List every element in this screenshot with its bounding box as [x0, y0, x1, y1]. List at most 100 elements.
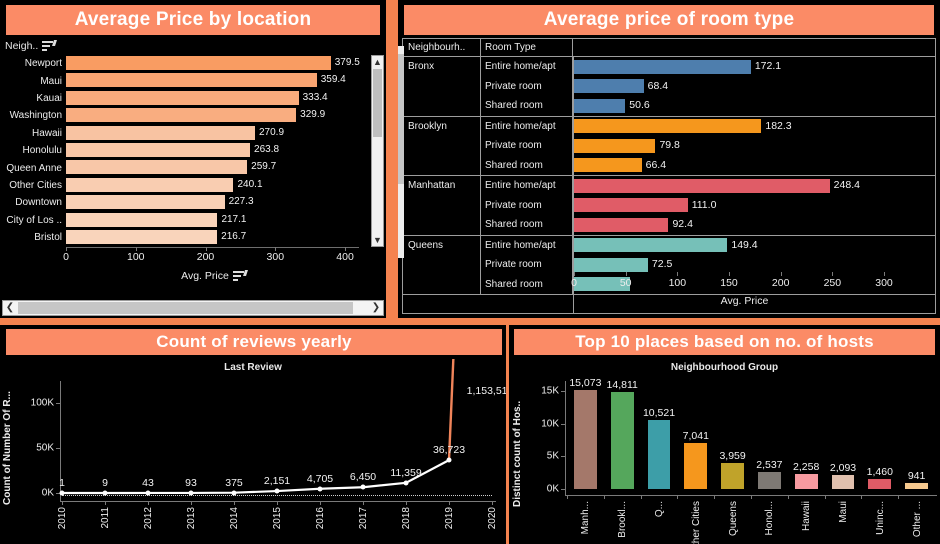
table-row[interactable]: Washington 329.9	[2, 107, 359, 124]
table-row[interactable]: Shared room 92.4	[403, 215, 935, 235]
bar-segment[interactable]	[66, 125, 255, 140]
table-row[interactable]: Private room 111.0	[403, 195, 935, 215]
table-row[interactable]: Manhattan Entire home/apt 248.4	[403, 176, 935, 196]
bar-segment[interactable]	[794, 474, 818, 489]
table-row[interactable]: Bronx Entire home/apt 172.1	[403, 57, 935, 77]
bar-category-label: Downtown	[15, 197, 62, 209]
axis-tick-label: 250	[823, 277, 842, 289]
bar-track: 216.7	[66, 229, 359, 246]
bar-segment[interactable]	[610, 392, 634, 489]
panel4-body: Neighbourhood Group Distinct count of Ho…	[509, 359, 940, 544]
data-point[interactable]	[102, 490, 108, 496]
table-row[interactable]: Hawaii 270.9	[2, 125, 359, 142]
bar-segment[interactable]	[66, 108, 297, 123]
bar-segment[interactable]	[573, 59, 751, 74]
bar-segment[interactable]	[905, 482, 928, 489]
table-row[interactable]: Bristol 216.7	[2, 229, 359, 246]
axis-tick-label: Brookl...	[617, 501, 629, 538]
data-point[interactable]	[446, 457, 452, 463]
neighbourhood-cell: Bronx	[403, 57, 481, 77]
scrollbar-thumb[interactable]	[18, 302, 353, 314]
bar-segment[interactable]	[573, 98, 626, 113]
chevron-left-icon[interactable]: ❮	[3, 301, 17, 315]
bar-segment[interactable]	[66, 160, 248, 175]
table-row[interactable]: Other Cities 240.1	[2, 177, 359, 194]
data-point[interactable]	[317, 486, 323, 492]
panel1-column-header[interactable]: Neigh..	[5, 40, 58, 52]
bar-segment[interactable]	[868, 479, 892, 489]
bar-segment[interactable]	[573, 158, 642, 172]
bar-segment[interactable]	[757, 472, 781, 489]
axis-tick-label: Queens	[727, 501, 739, 537]
panel-count-reviews-yearly: Count of reviews yearly Last Review Coun…	[0, 325, 506, 544]
bar-segment[interactable]	[831, 475, 855, 489]
table-row[interactable]: Shared room 50.6	[403, 96, 935, 116]
table-row[interactable]: Brooklyn Entire home/apt 182.3	[403, 116, 935, 136]
chevron-up-icon[interactable]: ▲	[372, 56, 383, 68]
bar-segment[interactable]	[66, 56, 331, 70]
panel1-column-header-label: Neigh..	[5, 40, 39, 52]
panel-top10-places-hosts: Top 10 places based on no. of hosts Neig…	[509, 325, 940, 544]
bar-segment[interactable]	[66, 177, 234, 192]
panel1-horizontal-scrollbar[interactable]: ❮ ❯	[2, 300, 384, 316]
panel3-plot-area: 0K 50K 100K 1 2010 9 2011 43 2012 93 2013 375 2014 2,…	[0, 359, 506, 544]
bar-segment[interactable]	[66, 73, 317, 88]
table-row[interactable]: Queen Anne 259.7	[2, 159, 359, 176]
table-row[interactable]: Honolulu 263.8	[2, 142, 359, 159]
data-point[interactable]	[403, 480, 409, 486]
axis-tick-label: 2010	[57, 507, 68, 530]
bar-segment[interactable]	[573, 217, 669, 232]
data-point[interactable]	[59, 490, 65, 496]
table-row[interactable]: Kauai 333.4	[2, 90, 359, 107]
bar-segment[interactable]	[573, 79, 644, 93]
table-row[interactable]: Queens Entire home/apt 149.4	[403, 235, 935, 255]
bar-segment[interactable]	[573, 390, 597, 489]
bar-segment[interactable]	[66, 142, 251, 157]
bar-segment[interactable]	[573, 198, 688, 212]
table-row[interactable]: City of Los .. 217.1	[2, 212, 359, 229]
bar-segment[interactable]	[684, 442, 708, 489]
sort-icon[interactable]	[42, 40, 58, 51]
bar-segment[interactable]	[573, 178, 830, 193]
bar-segment[interactable]	[573, 257, 648, 272]
panel2-vertical-scrollbar[interactable]	[398, 46, 404, 258]
bar-segment[interactable]	[66, 195, 225, 210]
table-row[interactable]: Downtown 227.3	[2, 194, 359, 211]
bar-track: 50.6	[573, 96, 935, 116]
axis-tick	[105, 501, 106, 505]
chevron-right-icon[interactable]: ❯	[369, 301, 383, 315]
scrollbar-thumb[interactable]	[398, 54, 404, 184]
table-row[interactable]: Private room 68.4	[403, 76, 935, 96]
panel1-x-axis-title-label: Avg. Price	[181, 270, 229, 282]
bar-track: 333.4	[66, 90, 359, 107]
data-point[interactable]	[231, 490, 237, 496]
table-row[interactable]: Private room 72.5	[403, 255, 935, 275]
bar-segment[interactable]	[573, 138, 656, 153]
data-point[interactable]	[274, 488, 280, 494]
axis-tick	[320, 501, 321, 505]
axis-tick	[561, 489, 566, 490]
room-type-cell: Private room	[481, 255, 573, 275]
table-row[interactable]: Maui 359.4	[2, 72, 359, 89]
panel1-vertical-scrollbar[interactable]: ▲ ▼	[371, 55, 384, 247]
data-point[interactable]	[360, 484, 366, 490]
chevron-down-icon[interactable]: ▼	[372, 234, 383, 246]
table-row[interactable]: Newport 379.5	[2, 55, 360, 72]
table-row[interactable]: Shared room 66.4	[403, 155, 935, 175]
data-point[interactable]	[188, 490, 194, 496]
data-point[interactable]	[145, 490, 151, 496]
bar-segment[interactable]	[66, 212, 218, 227]
bar-segment[interactable]	[721, 463, 744, 489]
axis-tick-label: 10K	[541, 418, 559, 430]
axis-tick	[751, 495, 752, 499]
axis-tick-label: 200	[771, 277, 790, 289]
bar-segment[interactable]	[647, 420, 671, 489]
bar-segment[interactable]	[66, 90, 299, 105]
sort-icon[interactable]	[232, 270, 248, 281]
bar-segment[interactable]	[573, 119, 762, 133]
table-row[interactable]: Private room 79.8	[403, 136, 935, 156]
data-point-label: 36,723	[432, 444, 466, 457]
bar-segment[interactable]	[66, 229, 218, 244]
bar-segment[interactable]	[573, 238, 728, 252]
scrollbar-thumb[interactable]	[373, 69, 382, 137]
